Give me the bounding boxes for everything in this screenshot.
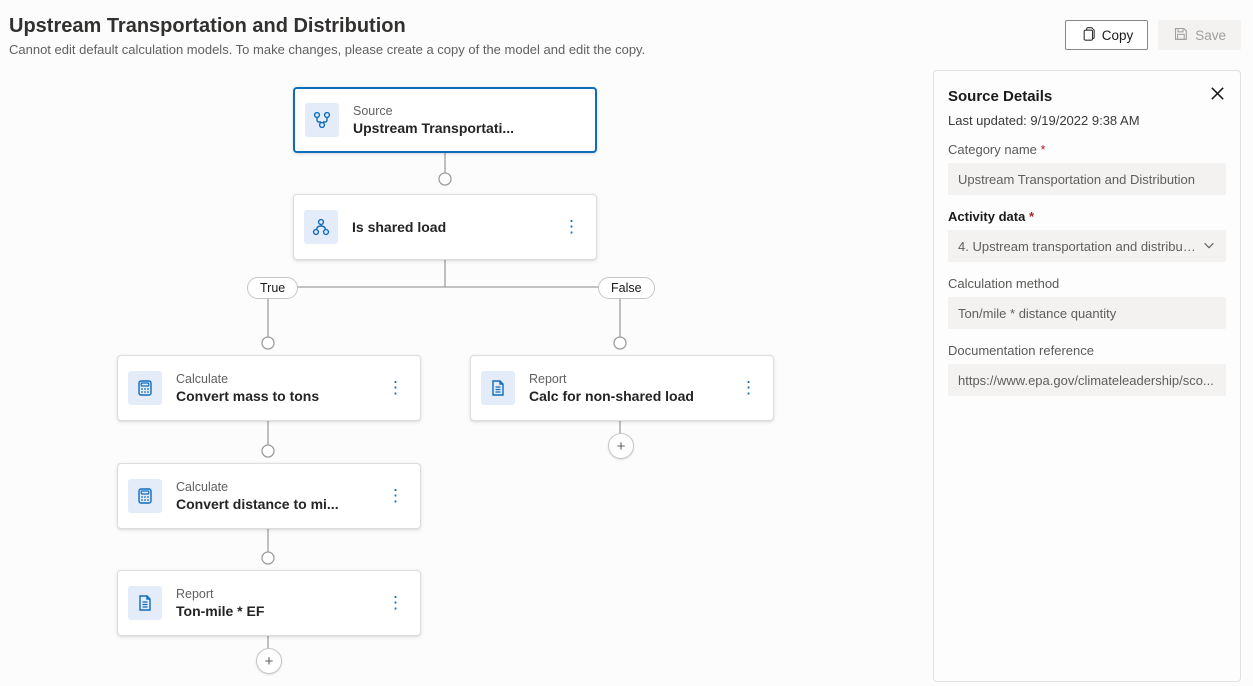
node-title: Convert mass to tons	[176, 387, 377, 405]
node-title: Upstream Transportati...	[353, 119, 585, 137]
last-updated-value: 9/19/2022 9:38 AM	[1030, 113, 1139, 128]
flow-calc-node[interactable]: Calculate Convert mass to tons ⋮	[117, 355, 421, 421]
node-title: Convert distance to mi...	[176, 495, 377, 513]
node-more-button[interactable]: ⋮	[734, 378, 763, 398]
flow-report-node[interactable]: Report Ton-mile * EF ⋮	[117, 570, 421, 636]
node-type-label: Source	[353, 103, 585, 119]
flow-report-node[interactable]: Report Calc for non-shared load ⋮	[470, 355, 774, 421]
flow-source-node[interactable]: Source Upstream Transportati...	[293, 87, 597, 153]
node-title: Ton-mile * EF	[176, 602, 377, 620]
field-label-docref: Documentation reference	[948, 343, 1226, 358]
flow-calc-node[interactable]: Calculate Convert distance to mi... ⋮	[117, 463, 421, 529]
copy-button[interactable]: Copy	[1065, 20, 1149, 50]
field-value-docref[interactable]: https://www.epa.gov/climateleadership/sc…	[948, 364, 1226, 396]
dropdown-selected-value: 4. Upstream transportation and distribut…	[958, 239, 1196, 254]
node-more-button[interactable]: ⋮	[381, 378, 410, 398]
node-more-button[interactable]: ⋮	[381, 486, 410, 506]
calculator-icon	[128, 371, 162, 405]
last-updated-prefix: Last updated:	[948, 113, 1030, 128]
node-type-label: Calculate	[176, 371, 377, 387]
panel-title: Source Details	[948, 88, 1052, 105]
node-title: Calc for non-shared load	[529, 387, 730, 405]
field-label-method: Calculation method	[948, 276, 1226, 291]
page-title: Upstream Transportation and Distribution	[9, 15, 645, 38]
flow-condition-node[interactable]: Is shared load ⋮	[293, 194, 597, 260]
node-type-label: Calculate	[176, 479, 377, 495]
page-subtitle: Cannot edit default calculation models. …	[9, 42, 645, 57]
node-more-button[interactable]: ⋮	[557, 217, 586, 237]
required-asterisk: *	[1029, 209, 1034, 224]
field-label-category: Category name *	[948, 142, 1226, 157]
report-icon	[128, 586, 162, 620]
add-step-button[interactable]: +	[608, 433, 634, 459]
close-icon	[1209, 89, 1226, 106]
report-icon	[481, 371, 515, 405]
branch-icon	[305, 103, 339, 137]
chevron-down-icon	[1196, 238, 1216, 255]
last-updated: Last updated: 9/19/2022 9:38 AM	[948, 113, 1226, 128]
save-label: Save	[1195, 28, 1226, 43]
node-title: Is shared load	[352, 218, 553, 236]
copy-label: Copy	[1102, 28, 1134, 43]
node-type-label: Report	[176, 586, 377, 602]
save-button: Save	[1158, 20, 1241, 50]
field-label-activity: Activity data *	[948, 209, 1226, 224]
panel-close-button[interactable]	[1209, 85, 1226, 107]
calculator-icon	[128, 479, 162, 513]
branch-true-pill: True	[247, 277, 298, 299]
source-details-panel: Source Details Last updated: 9/19/2022 9…	[933, 70, 1241, 682]
field-value-activity-dropdown[interactable]: 4. Upstream transportation and distribut…	[948, 230, 1226, 262]
copy-icon	[1080, 26, 1095, 44]
required-asterisk: *	[1041, 142, 1046, 157]
add-step-button[interactable]: +	[256, 648, 282, 674]
field-value-method[interactable]: Ton/mile * distance quantity	[948, 297, 1226, 329]
node-type-label: Report	[529, 371, 730, 387]
condition-icon	[304, 210, 338, 244]
save-icon	[1173, 26, 1188, 44]
branch-false-pill: False	[598, 277, 655, 299]
field-value-category[interactable]: Upstream Transportation and Distribution	[948, 163, 1226, 195]
node-more-button[interactable]: ⋮	[381, 593, 410, 613]
